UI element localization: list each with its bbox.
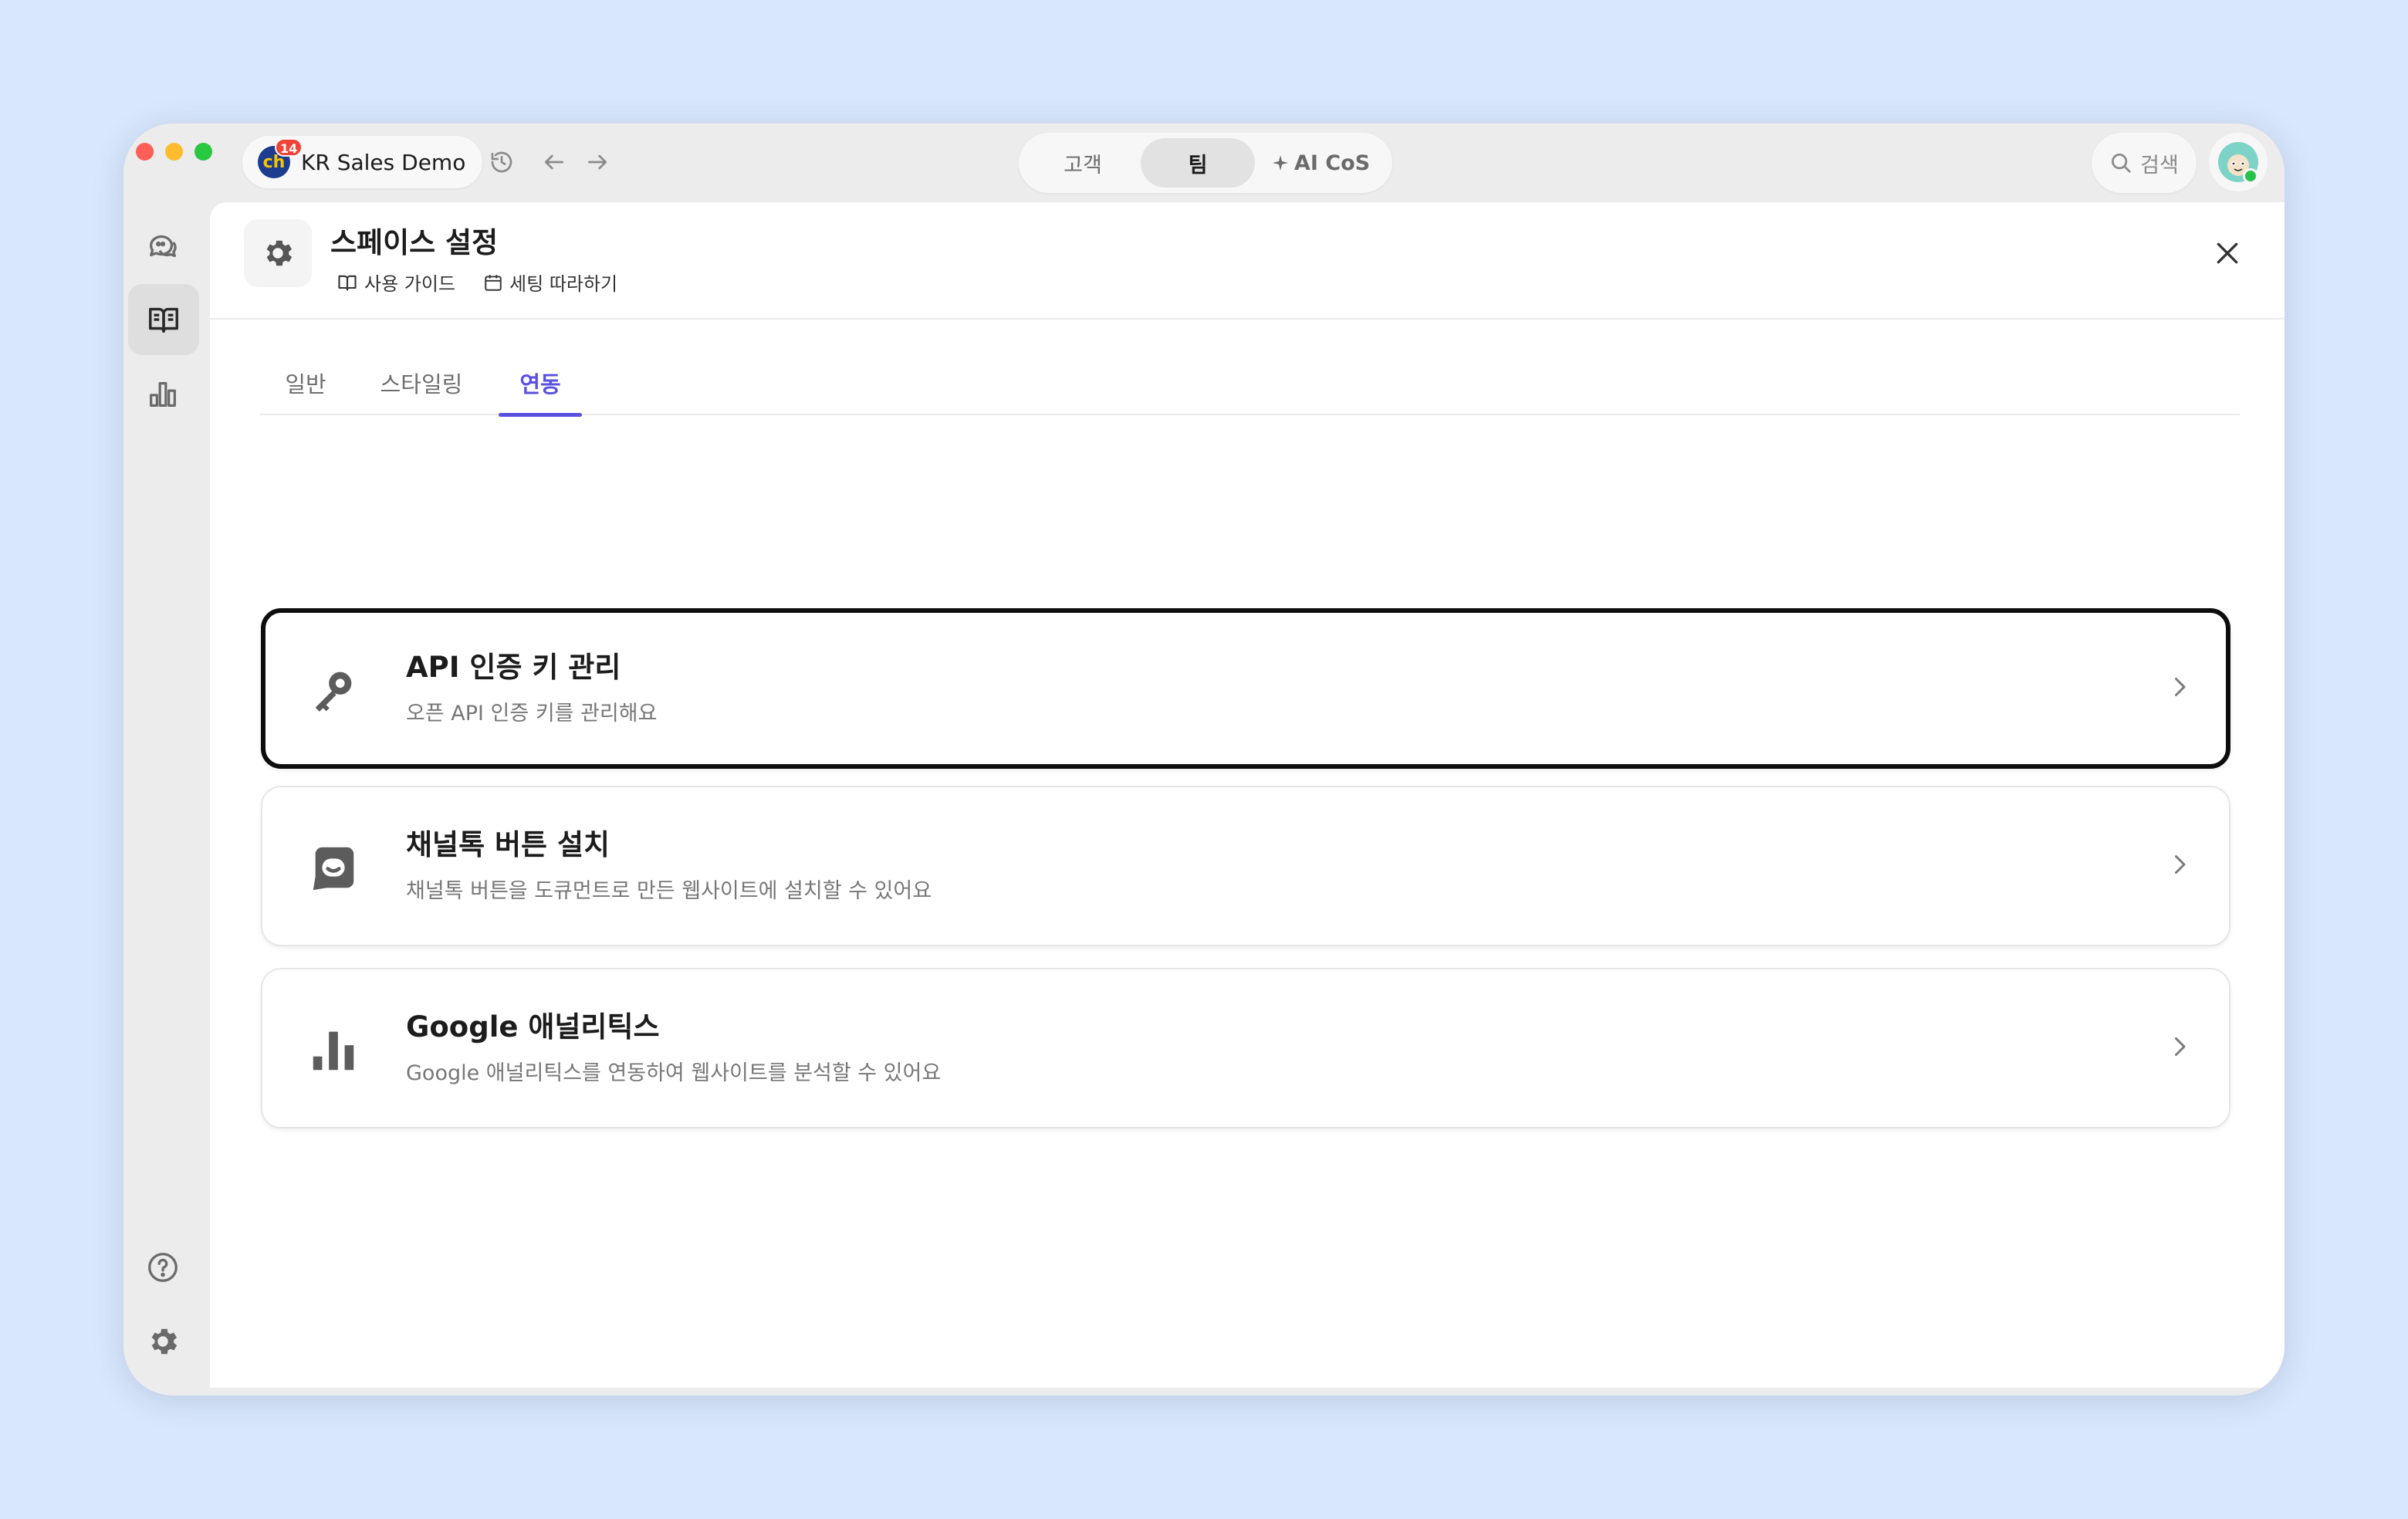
notification-badge: 14 [275,138,303,157]
search-icon [2112,154,2131,173]
close-panel-button[interactable] [2207,233,2247,273]
workspace-logo: ch 14 [258,138,303,178]
history-button[interactable] [482,142,522,182]
setup-link[interactable]: 세팅 따라하기 [483,269,617,296]
tab-ai-cos[interactable]: AI CoS [1255,138,1386,188]
workspace-name: KR Sales Demo [301,149,466,175]
forward-button[interactable] [577,142,617,182]
sidebar-item-documents[interactable] [128,284,199,355]
bar-chart-outline-icon [150,381,176,407]
sidebar-item-statistics[interactable] [123,358,202,429]
close-icon [2217,242,2238,264]
key-icon [303,659,364,721]
card-description: 오픈 API 인증 키를 관리해요 [406,702,658,726]
arrow-right-icon [588,154,607,170]
card-google-analytics[interactable]: Google 애널리틱스 Google 애널리틱스를 연동하여 웹사이트를 분석… [261,968,2230,1128]
minimize-window-button[interactable] [165,143,183,161]
search-button[interactable]: 검색 [2092,133,2197,193]
gear-icon [151,1328,178,1355]
history-icon [491,151,512,173]
tab-customer[interactable]: 고객 [1025,138,1141,188]
book-icon [338,275,357,290]
sparkle-icon [1272,155,1288,171]
arrow-left-icon [545,154,563,170]
sidebar-item-help[interactable] [123,1232,202,1303]
app-window: ch 14 KR Sales Demo 고객 팀 AI CoS 검색 스페이스 … [123,123,2285,1396]
close-window-button[interactable] [136,143,154,161]
bar-chart-icon [303,1019,364,1081]
card-channeltalk-button[interactable]: 채널톡 버튼 설치 채널톡 버튼을 도큐먼트로 만든 웹사이트에 설치할 수 있… [261,786,2230,946]
workspace-switcher[interactable]: ch 14 KR Sales Demo [242,136,483,188]
card-title: 채널톡 버튼 설치 [406,828,610,861]
calendar-icon [485,274,502,291]
chevron-right-icon [2161,1028,2198,1065]
search-label: 검색 [2140,153,2179,178]
sidebar-item-chat[interactable] [123,210,202,281]
card-description: 채널톡 버튼을 도큐먼트로 만든 웹사이트에 설치할 수 있어요 [406,879,932,903]
user-avatar[interactable] [2209,133,2268,191]
card-title: API 인증 키 관리 [406,651,621,684]
chevron-right-icon [2161,846,2198,883]
tab-styling[interactable]: 스타일링 [360,350,483,415]
space-settings-panel: 스페이스 설정 사용 가이드 세팅 따라하기 일반 스타일링 연동 API 인증… [210,202,2285,1388]
book-open-icon [149,307,178,333]
settings-tabs: 일반 스타일링 연동 [259,350,2240,417]
panel-sublinks: 사용 가이드 세팅 따라하기 [337,269,617,296]
tab-general[interactable]: 일반 [259,350,352,415]
card-title: Google 애널리틱스 [406,1010,660,1044]
card-description: Google 애널리틱스를 연동하여 웹사이트를 분석할 수 있어요 [406,1061,942,1085]
tab-ai-cos-label: AI CoS [1294,151,1371,175]
chevron-right-icon [2161,668,2198,705]
setup-link-label: 세팅 따라하기 [509,273,618,295]
gear-icon [266,240,293,266]
sidebar-item-settings[interactable] [123,1306,202,1377]
guide-link-label: 사용 가이드 [364,273,456,295]
maximize-window-button[interactable] [194,143,212,161]
panel-header: 스페이스 설정 사용 가이드 세팅 따라하기 [210,202,2285,320]
online-status-dot [2243,168,2258,184]
channeltalk-icon [303,837,364,898]
card-api-key[interactable]: API 인증 키 관리 오픈 API 인증 키를 관리해요 [261,608,2230,769]
tab-integrations[interactable]: 연동 [499,350,582,417]
page-title: 스페이스 설정 [330,226,499,259]
guide-link[interactable]: 사용 가이드 [337,269,455,296]
window-controls [136,143,212,161]
settings-icon-box [244,219,312,287]
help-circle-icon [148,1253,178,1282]
chat-bubbles-icon [150,235,177,258]
view-switcher: 고객 팀 AI CoS [1019,133,1392,193]
tab-team[interactable]: 팀 [1141,138,1255,188]
back-button[interactable] [534,142,574,182]
